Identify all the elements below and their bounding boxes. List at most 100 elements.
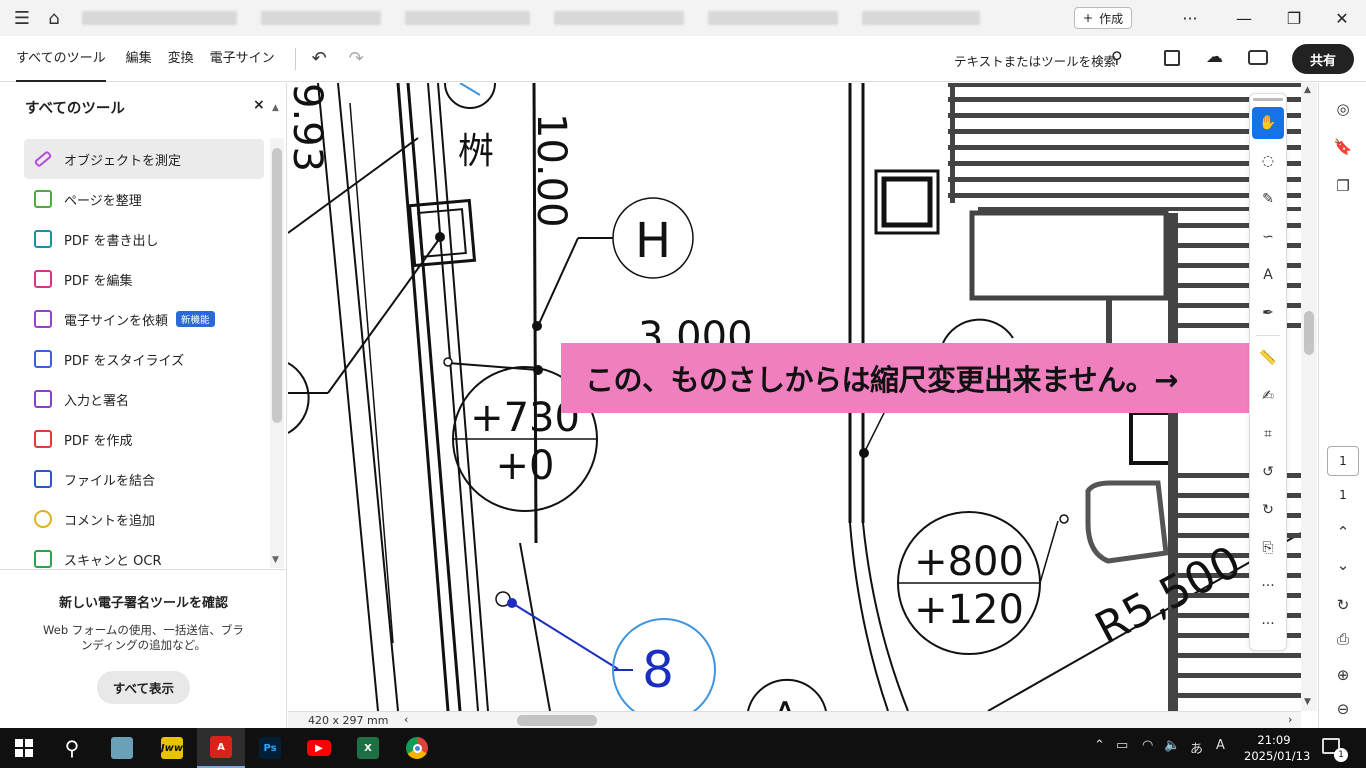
scroll-left-arrow-icon[interactable]: ‹: [404, 713, 408, 726]
more-options-icon[interactable]: ···: [1252, 608, 1284, 640]
elevation-bottom-2: +120: [914, 587, 1024, 633]
document-tab[interactable]: [405, 11, 530, 25]
instruction-annotation: この、ものさしからは縮尺変更出来ません。→: [561, 343, 1251, 413]
volume-icon[interactable]: 🔈: [1164, 738, 1180, 753]
wifi-icon[interactable]: ◠: [1142, 738, 1153, 753]
insert-page-icon[interactable]: ⎘: [1252, 532, 1284, 564]
scroll-up-arrow-icon[interactable]: ▲: [1304, 85, 1311, 95]
pages-icon[interactable]: ❐: [1329, 172, 1357, 200]
horizontal-scroll-thumb[interactable]: [517, 715, 597, 726]
tool-stylize-pdf[interactable]: PDF をスタイライズ: [24, 339, 264, 379]
jww-cad-icon[interactable]: Jww: [148, 728, 196, 768]
see-all-button[interactable]: すべて表示: [96, 671, 191, 704]
crop-page-icon[interactable]: ⌗: [1252, 418, 1284, 450]
tool-search-label[interactable]: テキストまたはツールを検索: [954, 51, 1116, 70]
acrobat-icon[interactable]: A: [197, 728, 245, 768]
upload-cloud-icon[interactable]: ☁: [1206, 47, 1223, 67]
search-icon[interactable]: ⚲: [48, 728, 96, 768]
total-pages: 1: [1339, 488, 1347, 502]
excel-icon[interactable]: X: [344, 728, 392, 768]
undo-icon[interactable]: ↶: [312, 48, 327, 69]
close-panel-icon[interactable]: ×: [253, 97, 265, 113]
home-icon[interactable]: ⌂: [38, 0, 70, 36]
panel-scroll-thumb[interactable]: [272, 148, 282, 423]
save-page-icon[interactable]: ⎙: [1329, 625, 1357, 653]
tool-export-pdf[interactable]: PDF を書き出し: [24, 219, 264, 259]
highlight-pen-icon[interactable]: ✎: [1252, 183, 1284, 215]
organize-pages-icon: [34, 190, 52, 208]
panel-scrollbar[interactable]: [270, 138, 284, 568]
youtube-icon[interactable]: ▶: [295, 728, 343, 768]
text-box-icon[interactable]: A: [1252, 259, 1284, 291]
menu-edit[interactable]: 編集: [126, 36, 152, 82]
measure-ruler-icon[interactable]: 📏: [1252, 342, 1284, 374]
previous-page-icon[interactable]: ⌃: [1329, 518, 1357, 546]
right-rail: ◎ 🔖 ❐ 1 1 ⌃ ⌄ ↻ ⎙ ⊕ ⊖: [1318, 83, 1366, 728]
windows-start-icon[interactable]: [0, 728, 48, 768]
input-method-icon[interactable]: A: [1216, 738, 1225, 753]
menu-esign[interactable]: 電子サイン: [210, 36, 275, 82]
windows-logo: [15, 739, 33, 757]
more-tools-icon[interactable]: ···: [1252, 570, 1284, 602]
rotate-right-icon[interactable]: ↻: [1252, 494, 1284, 526]
tool-measure[interactable]: オブジェクトを測定: [24, 139, 264, 179]
document-tab[interactable]: [554, 11, 684, 25]
tool-add-comment[interactable]: コメントを追加: [24, 499, 264, 539]
tool-edit-pdf[interactable]: PDF を編集: [24, 259, 264, 299]
more-options-icon[interactable]: ···: [1166, 0, 1214, 36]
document-tab[interactable]: [708, 11, 838, 25]
document-tab[interactable]: [82, 11, 237, 25]
ai-assistant-icon[interactable]: ◎: [1329, 95, 1357, 123]
vertical-scrollbar[interactable]: ▲ ▼: [1301, 83, 1317, 711]
show-hidden-icons-icon[interactable]: ⌃: [1094, 738, 1105, 753]
vertical-scroll-thumb[interactable]: [1304, 311, 1314, 355]
edit-text-icon[interactable]: ✍: [1252, 380, 1284, 412]
tool-request-esign[interactable]: 電子サインを依頼 新機能: [24, 299, 264, 339]
ime-icon[interactable]: あ: [1190, 738, 1203, 757]
chrome-icon[interactable]: [393, 728, 441, 768]
zoom-in-icon[interactable]: ⊕: [1329, 661, 1357, 689]
rotate-left-icon[interactable]: ↺: [1252, 456, 1284, 488]
menu-all-tools[interactable]: すべてのツール: [16, 36, 106, 82]
freehand-draw-icon[interactable]: ∽: [1252, 221, 1284, 253]
add-comment-icon[interactable]: ◌: [1252, 145, 1284, 177]
create-button[interactable]: + 作成: [1074, 7, 1133, 29]
promo-body: Web フォームの使用、一括送信、ブランディングの追加など。: [43, 623, 244, 652]
current-page-input[interactable]: 1: [1327, 446, 1359, 476]
system-clock[interactable]: 21:09 2025/01/13: [1244, 732, 1310, 764]
page-dimensions: 420 x 297 mm: [308, 714, 389, 727]
refresh-icon[interactable]: ↻: [1329, 591, 1357, 619]
all-tools-panel: すべてのツール × オブジェクトを測定 ページを整理 PDF を書き出し PDF…: [0, 83, 287, 728]
photoshop-icon[interactable]: Ps: [246, 728, 294, 768]
menu-convert[interactable]: 変換: [168, 36, 194, 82]
print-icon[interactable]: [1248, 50, 1268, 65]
document-tab[interactable]: [261, 11, 381, 25]
redo-icon[interactable]: ↷: [349, 48, 364, 69]
scroll-right-arrow-icon[interactable]: ›: [1288, 713, 1292, 726]
tool-create-pdf[interactable]: PDF を作成: [24, 419, 264, 459]
scroll-up-icon[interactable]: ▲: [272, 103, 279, 113]
zoom-out-icon[interactable]: ⊖: [1329, 695, 1357, 723]
minimize-icon[interactable]: —: [1220, 0, 1268, 36]
restore-icon[interactable]: ❐: [1270, 0, 1318, 36]
scroll-down-arrow-icon[interactable]: ▼: [1304, 697, 1311, 707]
new-feature-badge: 新機能: [176, 311, 215, 327]
drag-handle[interactable]: [1253, 98, 1283, 101]
search-icon[interactable]: ⚲: [1111, 48, 1123, 67]
scroll-down-icon[interactable]: ▼: [272, 555, 279, 565]
file-explorer-icon[interactable]: [98, 728, 146, 768]
sign-icon[interactable]: ✒: [1252, 297, 1284, 329]
tool-fill-sign[interactable]: 入力と署名: [24, 379, 264, 419]
document-canvas[interactable]: H 3,000 10.00 9.93 桝 +730 +0 +800 +120 R…: [288, 83, 1301, 711]
close-window-icon[interactable]: ✕: [1318, 0, 1366, 36]
hand-tool-icon[interactable]: ✋: [1252, 107, 1284, 139]
tool-organize-pages[interactable]: ページを整理: [24, 179, 264, 219]
document-tab[interactable]: [862, 11, 980, 25]
next-page-icon[interactable]: ⌄: [1329, 551, 1357, 579]
share-button[interactable]: 共有: [1292, 44, 1354, 74]
save-icon[interactable]: [1164, 50, 1180, 66]
battery-icon[interactable]: ▭: [1116, 738, 1128, 753]
tool-combine-files[interactable]: ファイルを結合: [24, 459, 264, 499]
bookmark-icon[interactable]: 🔖: [1329, 133, 1357, 161]
hamburger-menu-icon[interactable]: ☰: [6, 0, 38, 36]
